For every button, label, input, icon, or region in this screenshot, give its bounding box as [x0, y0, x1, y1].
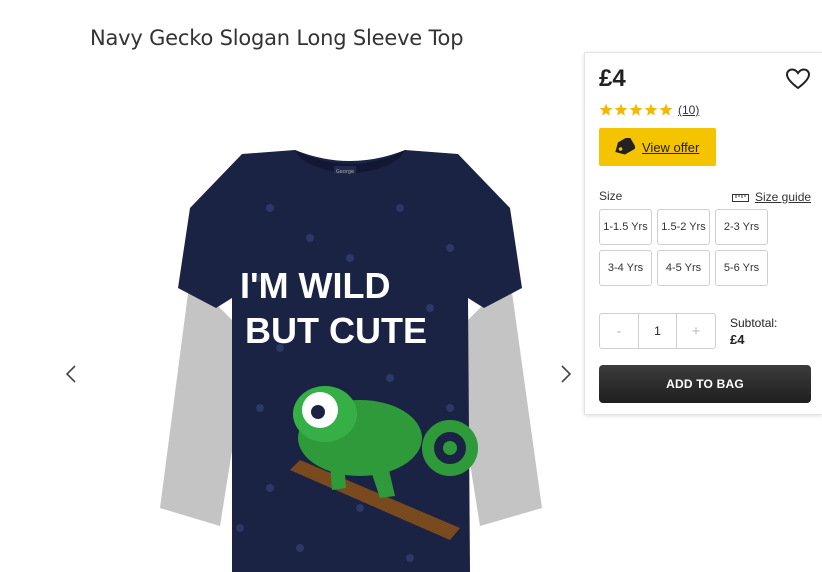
- wishlist-button[interactable]: [785, 67, 811, 91]
- star-icon: [659, 103, 673, 116]
- quantity-input[interactable]: 1: [638, 314, 677, 348]
- star-icon: [599, 103, 613, 116]
- size-option[interactable]: 3-4 Yrs: [599, 250, 652, 286]
- view-offer-button[interactable]: View offer: [599, 128, 716, 166]
- heart-icon: [785, 68, 811, 90]
- size-option[interactable]: 1.5-2 Yrs: [657, 209, 710, 245]
- star-icon: [629, 103, 643, 116]
- chevron-right-icon: [561, 365, 572, 383]
- size-option[interactable]: 2-3 Yrs: [715, 209, 768, 245]
- product-image: George I'M WILD BUT CUTE: [160, 150, 542, 572]
- quantity-increase-button[interactable]: +: [677, 314, 715, 348]
- star-icon: [644, 103, 658, 116]
- subtotal-value: £4: [730, 332, 745, 347]
- view-offer-label: View offer: [642, 139, 700, 155]
- ruler-icon: [732, 194, 749, 202]
- gallery-prev-button[interactable]: [60, 362, 84, 386]
- size-guide-link[interactable]: Size guide: [732, 190, 811, 204]
- subtotal-label: Subtotal:: [730, 316, 778, 330]
- size-option[interactable]: 5-6 Yrs: [715, 250, 768, 286]
- slogan-line-1: I'M WILD: [240, 265, 391, 306]
- product-gallery: George I'M WILD BUT CUTE: [55, 110, 585, 572]
- size-option[interactable]: 4-5 Yrs: [657, 250, 710, 286]
- chevron-left-icon: [65, 365, 76, 383]
- purchase-panel: £4 (10) View offer Size Size guide 1-1.5: [584, 52, 822, 415]
- gallery-next-button[interactable]: [553, 362, 577, 386]
- quantity-decrease-button[interactable]: -: [600, 314, 638, 348]
- quantity-stepper: - 1 +: [599, 313, 716, 349]
- brand-label-text: George: [336, 169, 354, 175]
- star-icon: [614, 103, 628, 116]
- size-guide-label: Size guide: [755, 190, 812, 204]
- size-label: Size: [599, 189, 623, 203]
- add-to-bag-button[interactable]: ADD TO BAG: [599, 365, 811, 403]
- size-option[interactable]: 1-1.5 Yrs: [599, 209, 652, 245]
- product-title: Navy Gecko Slogan Long Sleeve Top: [90, 26, 464, 51]
- tag-icon: [615, 138, 635, 155]
- product-price: £4: [599, 65, 626, 92]
- rating-stars: (10): [599, 103, 699, 117]
- review-count-link[interactable]: (10): [678, 103, 699, 117]
- slogan-line-2: BUT CUTE: [245, 310, 427, 351]
- subtotal: Subtotal: £4: [730, 316, 777, 347]
